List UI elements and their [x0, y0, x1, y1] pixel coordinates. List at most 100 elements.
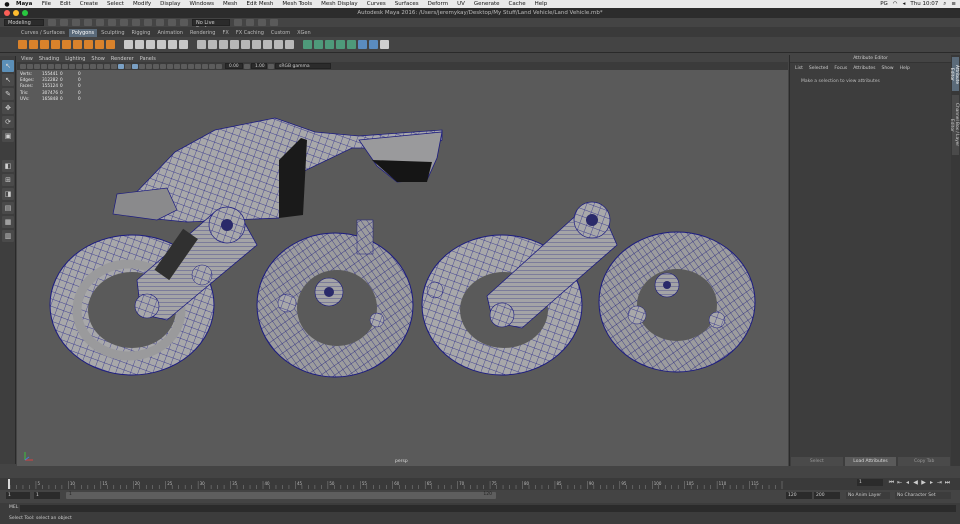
shelf-tab-sculpting[interactable]: Sculpting — [98, 29, 128, 37]
panel-menu-panels[interactable]: Panels — [140, 56, 156, 62]
history-icon[interactable] — [234, 19, 242, 26]
current-frame-field[interactable]: 1 — [857, 479, 883, 486]
hypershade-layout-icon[interactable]: ▦ — [2, 216, 14, 228]
poly-torus-icon[interactable] — [62, 40, 71, 49]
paint-select-tool-icon[interactable]: ✎ — [2, 88, 14, 100]
boolean-difference-icon[interactable] — [168, 40, 177, 49]
isolate-select-icon[interactable] — [188, 63, 194, 69]
snap-to-curve-icon[interactable] — [156, 19, 164, 26]
current-time-indicator[interactable] — [8, 479, 10, 489]
select-by-hierarchy-icon[interactable] — [108, 19, 116, 26]
poly-cylinder-icon[interactable] — [40, 40, 49, 49]
persp-graph-layout-icon[interactable]: ▤ — [2, 202, 14, 214]
attr-menu-selected[interactable]: Selected — [809, 66, 829, 71]
bookmarks-icon[interactable] — [34, 63, 40, 69]
land-vehicle-model[interactable] — [17, 70, 788, 466]
safe-action-icon[interactable] — [97, 63, 103, 69]
color-management-icon[interactable] — [268, 63, 274, 69]
shelf-tab-animation[interactable]: Animation — [154, 29, 186, 37]
copy-tab-button[interactable]: Copy Tab — [898, 457, 951, 466]
move-tool-icon[interactable]: ✥ — [2, 102, 14, 114]
motion-blur-icon[interactable] — [167, 63, 173, 69]
zoom-window-button[interactable] — [22, 10, 28, 16]
animation-start-field[interactable]: 1 — [6, 492, 30, 499]
menu-generate[interactable]: Generate — [469, 1, 504, 7]
mirror-icon[interactable] — [197, 40, 206, 49]
open-scene-icon[interactable] — [60, 19, 68, 26]
extrude-icon[interactable] — [252, 40, 261, 49]
search-icon[interactable]: ⌕ — [943, 1, 946, 8]
shelf-tab-rigging[interactable]: Rigging — [128, 29, 154, 37]
film-gate-icon[interactable] — [69, 63, 75, 69]
attr-menu-list[interactable]: List — [795, 66, 803, 71]
shelf-tab-polygons[interactable]: Polygons — [68, 29, 98, 37]
lasso-tool-icon[interactable]: ↖ — [2, 74, 14, 86]
character-set-dropdown[interactable]: No Character Set — [895, 492, 951, 499]
exposure-field[interactable]: 0.00 — [225, 63, 243, 69]
platonic-solid-icon[interactable] — [95, 40, 104, 49]
menu-create[interactable]: Create — [75, 1, 102, 7]
boolean-union-icon[interactable] — [157, 40, 166, 49]
shelf-tab-custom[interactable]: Custom — [267, 29, 294, 37]
select-by-component-icon[interactable] — [132, 19, 140, 26]
smooth-shade-icon[interactable] — [118, 63, 124, 69]
poly-cone-icon[interactable] — [51, 40, 60, 49]
new-scene-icon[interactable] — [48, 19, 56, 26]
shelf-tab-xgen[interactable]: XGen — [294, 29, 314, 37]
tab-attribute-editor[interactable]: Attribute Editor — [949, 57, 959, 91]
snap-to-grid-icon[interactable] — [144, 19, 152, 26]
menu-edit[interactable]: Edit — [56, 1, 76, 7]
connect-icon[interactable] — [325, 40, 334, 49]
four-view-layout-icon[interactable]: ⊞ — [2, 174, 14, 186]
step-forward-frame-icon[interactable]: ▸ — [928, 479, 935, 486]
menu-windows[interactable]: Windows — [185, 1, 219, 7]
perspective-viewport[interactable]: Verts: 155441 0 0 Edges: 312282 0 0 Faces: 155124… — [17, 70, 788, 466]
xray-joints-icon[interactable] — [202, 63, 208, 69]
grease-pencil-icon[interactable] — [55, 63, 61, 69]
minimize-window-button[interactable] — [13, 10, 19, 16]
snap-to-point-icon[interactable] — [168, 19, 176, 26]
live-surface-field[interactable]: No Live Surface — [192, 19, 230, 32]
app-menu[interactable]: Maya — [14, 1, 37, 7]
automatic-uv-icon[interactable] — [369, 40, 378, 49]
persp-outliner-layout-icon[interactable]: ◨ — [2, 188, 14, 200]
apple-icon[interactable]: ● — [0, 1, 14, 8]
menu-curves[interactable]: Curves — [362, 1, 390, 7]
poly-sphere-icon[interactable] — [18, 40, 27, 49]
panel-menu-renderer[interactable]: Renderer — [111, 56, 134, 62]
single-perspective-layout-icon[interactable]: ◧ — [2, 160, 14, 172]
play-backwards-icon[interactable]: ◀ — [912, 479, 919, 486]
menu-display[interactable]: Display — [156, 1, 185, 7]
default-material-icon[interactable] — [125, 63, 131, 69]
safe-title-icon[interactable] — [104, 63, 110, 69]
menu-uv[interactable]: UV — [453, 1, 470, 7]
bevel-icon[interactable] — [263, 40, 272, 49]
step-back-key-icon[interactable]: ⇤ — [896, 479, 903, 486]
field-chart-icon[interactable] — [90, 63, 96, 69]
time-slider[interactable]: 5 10 15 20 25 30 35 40 45 50 55 60 65 70 75 80 85 90 95 100… — [0, 478, 960, 490]
menu-deform[interactable]: Deform — [423, 1, 452, 7]
quad-draw-icon[interactable] — [336, 40, 345, 49]
shadows-icon[interactable] — [153, 63, 159, 69]
menu-mesh-tools[interactable]: Mesh Tools — [278, 1, 317, 7]
menu-mesh-display[interactable]: Mesh Display — [317, 1, 363, 7]
go-to-end-icon[interactable]: ⏭ — [944, 479, 951, 486]
gamma-icon[interactable] — [244, 63, 250, 69]
xray-icon[interactable] — [195, 63, 201, 69]
save-scene-icon[interactable] — [72, 19, 80, 26]
poly-disc-icon[interactable] — [84, 40, 93, 49]
panel-menu-show[interactable]: Show — [91, 56, 105, 62]
tab-channel-box[interactable]: Channel Box / Layer Editor — [949, 95, 959, 155]
shelf-tab-fx-caching[interactable]: FX Caching — [232, 29, 267, 37]
two-d-pan-zoom-icon[interactable] — [48, 63, 54, 69]
grid-toggle-icon[interactable] — [62, 63, 68, 69]
command-language-label[interactable]: MEL — [9, 505, 18, 510]
attr-menu-show[interactable]: Show — [881, 66, 893, 71]
step-back-frame-icon[interactable]: ◂ — [904, 479, 911, 486]
playback-start-field[interactable]: 1 — [34, 492, 60, 499]
panel-menu-view[interactable]: View — [21, 56, 33, 62]
smooth-icon[interactable] — [146, 40, 155, 49]
target-weld-icon[interactable] — [314, 40, 323, 49]
range-slider-bar[interactable]: 1 120 — [66, 492, 496, 499]
menu-set-dropdown[interactable]: Modeling — [4, 19, 44, 26]
